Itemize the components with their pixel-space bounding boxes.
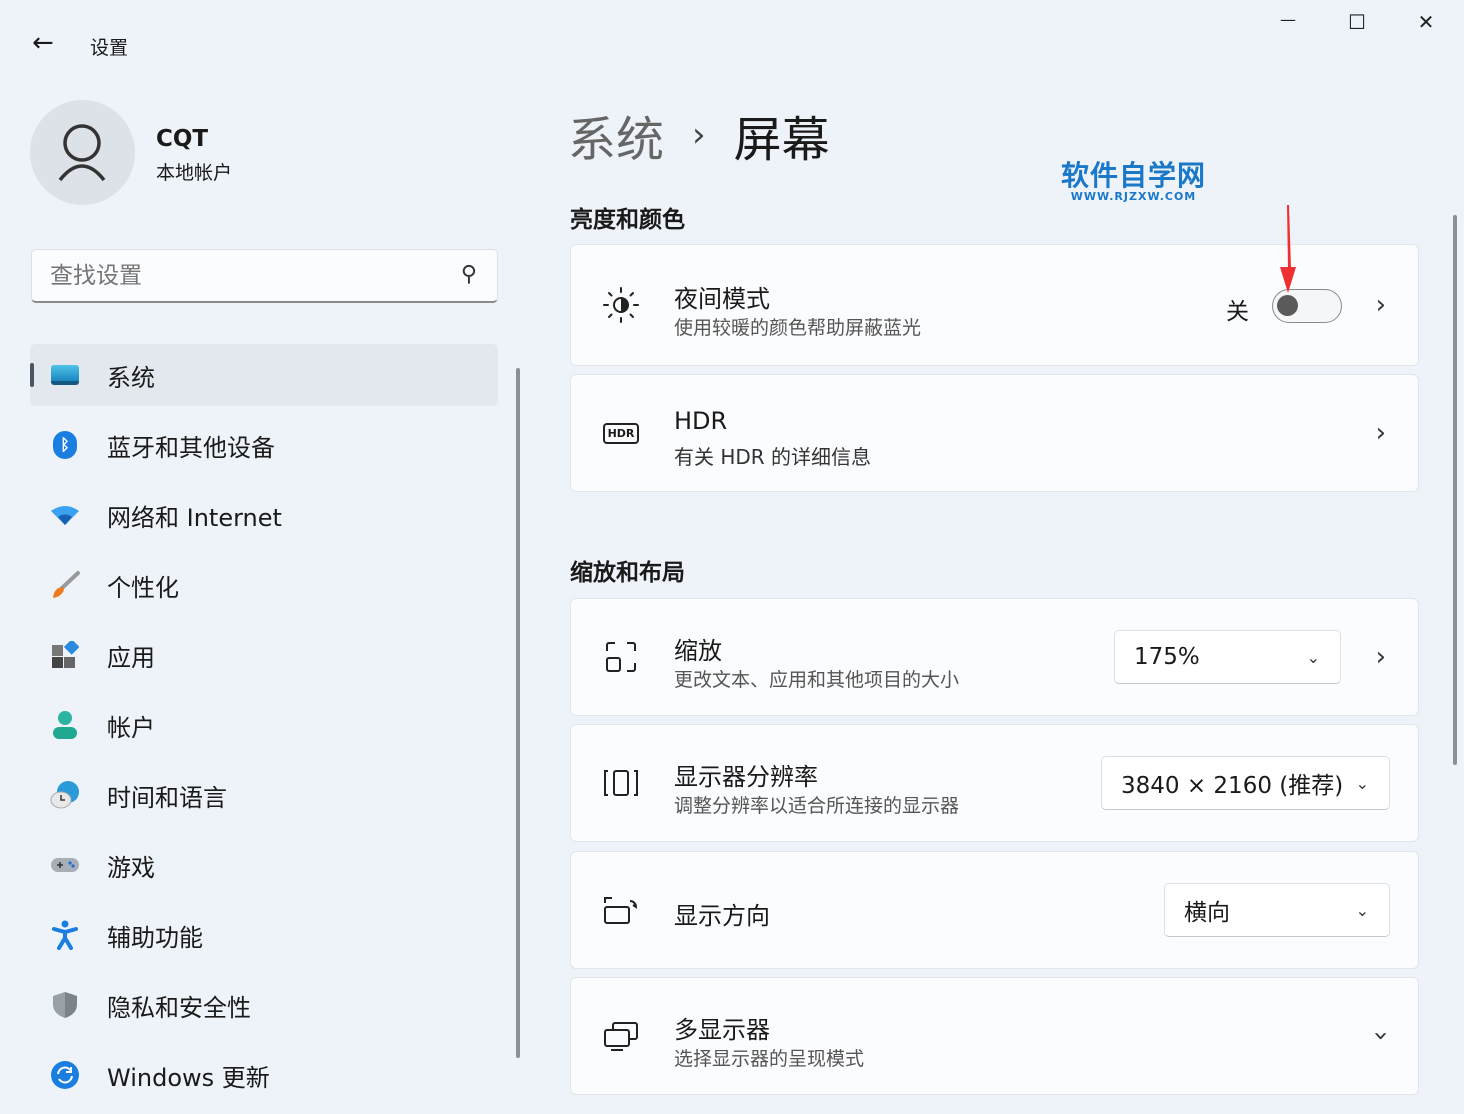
chevron-right-icon[interactable]: ›	[1376, 642, 1386, 672]
user-name: CQT	[156, 126, 209, 152]
annotation-arrow	[1280, 205, 1296, 295]
section-brightness: 亮度和颜色	[570, 207, 685, 233]
breadcrumb-parent[interactable]: 系统	[568, 100, 664, 170]
section-layout: 缩放和布局	[570, 560, 685, 586]
sidebar-item-apps[interactable]: 应用	[30, 624, 498, 686]
night-mode-title: 夜间模式	[674, 285, 770, 313]
sidebar-item-brush[interactable]: 个性化	[30, 554, 498, 616]
sidebar-item-label: 系统	[107, 363, 155, 392]
sidebar-item-label: 应用	[107, 643, 155, 672]
multi-display-card[interactable]: 多显示器 选择显示器的呈现模式 ›	[570, 977, 1419, 1095]
breadcrumb-separator: ›	[692, 115, 706, 155]
sidebar-item-shield[interactable]: 隐私和安全性	[30, 974, 498, 1036]
chevron-right-icon[interactable]: ›	[1376, 290, 1386, 320]
sidebar-item-label: 个性化	[107, 573, 179, 602]
minimize-button[interactable]: —	[1268, 10, 1308, 40]
chevron-down-icon: ⌄	[1306, 647, 1320, 667]
orientation-card: 显示方向 横向 ⌄	[570, 851, 1419, 969]
time-language-icon	[50, 780, 80, 810]
sidebar-item-label: 辅助功能	[107, 923, 203, 952]
scale-icon	[601, 637, 641, 677]
sidebar-item-accessibility[interactable]: 辅助功能	[30, 904, 498, 966]
search-input[interactable]	[50, 260, 450, 292]
gamepad-icon	[50, 850, 80, 880]
shield-icon	[50, 990, 80, 1020]
scale-title: 缩放	[674, 637, 722, 665]
hdr-icon: HDR	[601, 413, 641, 453]
sidebar-item-label: 帐户	[107, 713, 155, 742]
breadcrumb: 系统 › 屏幕	[568, 100, 830, 170]
resolution-icon	[601, 763, 641, 803]
orientation-icon	[601, 890, 641, 930]
chevron-right-icon[interactable]: ›	[1376, 418, 1386, 448]
multi-display-subtitle: 选择显示器的呈现模式	[674, 1048, 865, 1070]
wifi-icon	[50, 500, 80, 530]
sidebar-item-gamepad[interactable]: 游戏	[30, 834, 498, 896]
sidebar-item-update[interactable]: Windows 更新	[30, 1044, 498, 1106]
sidebar-item-system[interactable]: 系统	[30, 344, 498, 406]
sidebar-item-account[interactable]: 帐户	[30, 694, 498, 756]
maximize-button[interactable]: ☐	[1337, 10, 1377, 40]
brightness-icon	[601, 285, 641, 325]
scale-subtitle: 更改文本、应用和其他项目的大小	[674, 669, 960, 691]
avatar[interactable]	[30, 100, 135, 205]
scale-dropdown[interactable]: 175% ⌄	[1114, 630, 1341, 684]
window-title: 设置	[90, 37, 129, 59]
night-mode-state: 关	[1226, 299, 1249, 325]
sidebar-item-bluetooth[interactable]: ᛒ 蓝牙和其他设备	[30, 414, 498, 476]
brush-icon	[50, 570, 80, 600]
scale-card[interactable]: 缩放 更改文本、应用和其他项目的大小 175% ⌄ ›	[570, 598, 1419, 716]
chevron-down-icon[interactable]: ›	[1366, 1031, 1396, 1041]
resolution-title: 显示器分辨率	[674, 763, 818, 791]
accessibility-icon	[50, 920, 80, 950]
search-box[interactable]: ⚲	[31, 249, 498, 303]
update-icon	[50, 1060, 80, 1090]
night-mode-subtitle: 使用较暖的颜色帮助屏蔽蓝光	[674, 317, 922, 339]
resolution-subtitle: 调整分辨率以适合所连接的显示器	[674, 795, 960, 817]
page-title: 屏幕	[733, 112, 830, 168]
sidebar-item-label: 蓝牙和其他设备	[107, 433, 275, 462]
back-button[interactable]: ←	[32, 28, 54, 58]
hdr-card[interactable]: HDR HDR 有关 HDR 的详细信息 ›	[570, 374, 1419, 492]
sidebar-item-label: Windows 更新	[107, 1063, 270, 1092]
orientation-dropdown[interactable]: 横向 ⌄	[1164, 883, 1390, 937]
sidebar-item-label: 时间和语言	[107, 783, 227, 812]
resolution-card: 显示器分辨率 调整分辨率以适合所连接的显示器 3840 × 2160 (推荐) ⌄	[570, 724, 1419, 842]
sidebar-item-label: 隐私和安全性	[107, 993, 251, 1022]
chevron-down-icon: ⌄	[1355, 900, 1369, 920]
orientation-title: 显示方向	[674, 902, 770, 930]
main-scrollbar[interactable]	[1453, 215, 1457, 765]
close-button[interactable]: ✕	[1406, 10, 1446, 40]
hdr-title: HDR	[674, 407, 728, 435]
system-icon	[50, 360, 80, 390]
sidebar-scrollbar[interactable]	[516, 368, 520, 1058]
apps-icon	[50, 640, 80, 670]
bluetooth-icon: ᛒ	[50, 430, 80, 460]
account-icon	[50, 710, 80, 740]
search-icon[interactable]: ⚲	[461, 262, 477, 287]
sidebar-item-wifi[interactable]: 网络和 Internet	[30, 484, 498, 546]
multi-display-icon	[601, 1016, 641, 1056]
hdr-subtitle[interactable]: 有关 HDR 的详细信息	[674, 441, 871, 470]
watermark-logo: 软件自学网 WWW.RJZXW.COM	[1061, 159, 1207, 203]
sidebar-item-label: 网络和 Internet	[107, 503, 282, 532]
resolution-dropdown[interactable]: 3840 × 2160 (推荐) ⌄	[1101, 756, 1390, 810]
night-mode-card[interactable]: 夜间模式 使用较暖的颜色帮助屏蔽蓝光 关 ›	[570, 205, 1419, 366]
multi-display-title: 多显示器	[674, 1016, 770, 1044]
active-indicator	[30, 363, 34, 387]
account-type: 本地帐户	[156, 162, 233, 184]
chevron-down-icon: ⌄	[1355, 773, 1369, 793]
sidebar-item-time-language[interactable]: 时间和语言	[30, 764, 498, 826]
person-icon	[58, 124, 106, 182]
sidebar-item-label: 游戏	[107, 853, 155, 882]
